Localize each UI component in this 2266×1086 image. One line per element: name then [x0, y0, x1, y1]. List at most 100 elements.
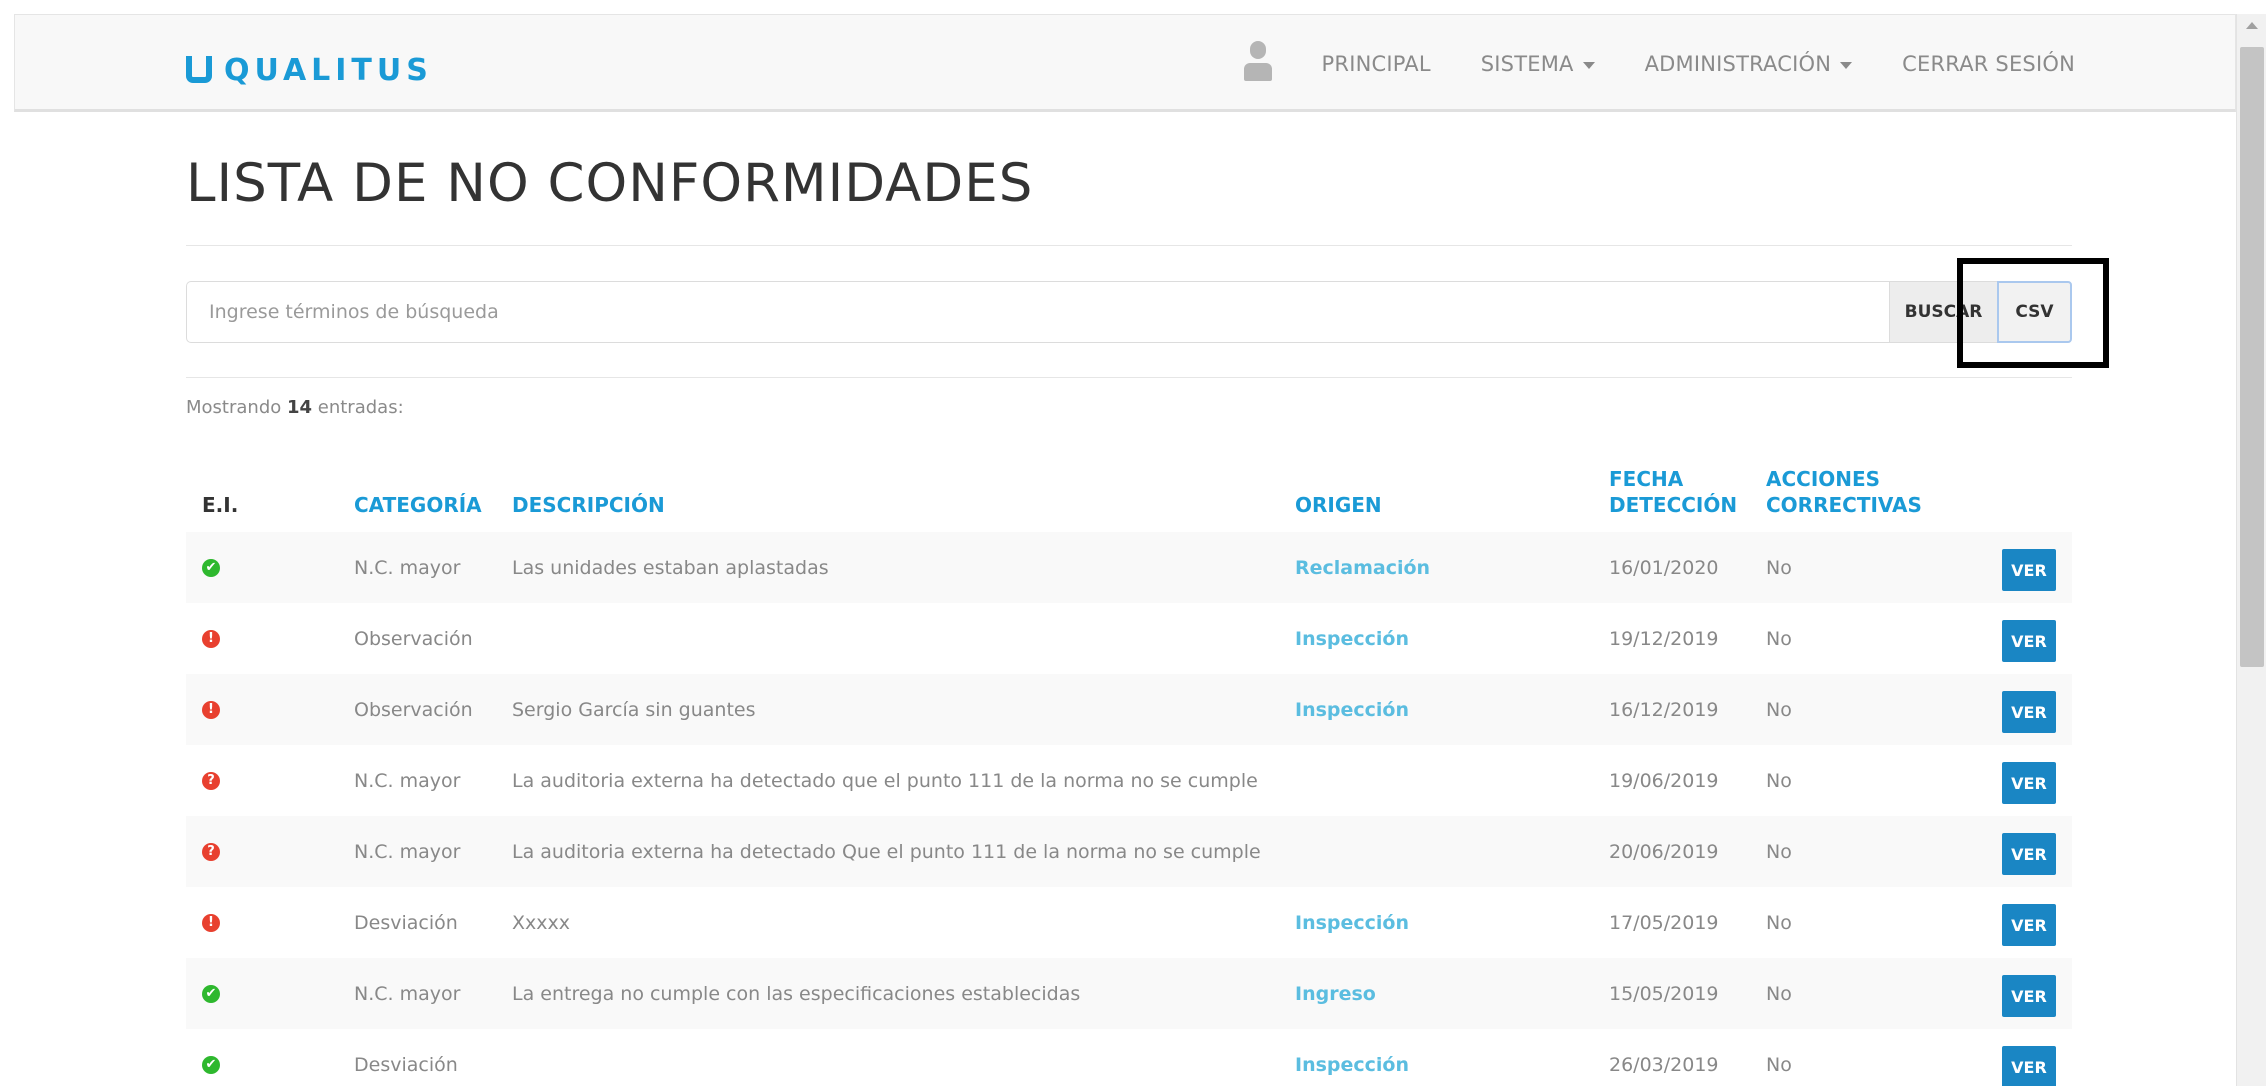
acciones-cell: No [1766, 911, 1792, 934]
ver-button[interactable]: VER [2002, 975, 2056, 1017]
descripcion-cell: La auditoria externa ha detectado que el… [512, 769, 1258, 792]
origen-link[interactable]: Inspección [1295, 603, 1409, 674]
origen-link[interactable]: Reclamación [1295, 532, 1430, 603]
fecha-cell: 16/12/2019 [1609, 698, 1719, 721]
brand-name: QUALITUS [224, 53, 433, 88]
top-navbar: QUALITUS PRINCIPAL SISTEMA ADMINISTRACIÓ… [14, 14, 2236, 112]
ver-button[interactable]: VER [2002, 904, 2056, 946]
table-row: ? N.C. mayor La auditoria externa ha detec… [186, 816, 2072, 887]
header-acciones-correctivas[interactable]: ACCIONES CORRECTIVAS [1766, 466, 1922, 518]
descripcion-cell: Sergio García sin guantes [512, 698, 756, 721]
entries-count-number: 14 [286, 397, 313, 418]
table-row: ✔ N.C. mayor Las unidades estaban aplastad… [186, 532, 2072, 603]
caret-down-icon [1840, 62, 1853, 69]
table-row: ✔ N.C. mayor La entrega no cumple con las … [186, 958, 2072, 1029]
acciones-cell: No [1766, 769, 1792, 792]
acciones-cell: No [1766, 840, 1792, 863]
nonconformities-table: E.I. CATEGORÍA DESCRIPCIÓN ORIGEN FECHA D… [186, 440, 2072, 1086]
origen-link[interactable]: Inspección [1295, 1029, 1409, 1086]
ver-button[interactable]: VER [2002, 620, 2056, 662]
header-fecha-deteccion[interactable]: FECHA DETECCIÓN [1609, 466, 1737, 518]
ei-status-cell: ? [202, 816, 220, 887]
descripcion-cell: La auditoria externa ha detectado Que el… [512, 840, 1261, 863]
table-row: ✔ Desviación Inspección 26/03/2019 No VER [186, 1029, 2072, 1086]
origen-link[interactable]: Inspección [1295, 887, 1409, 958]
ei-status-cell: ✔ [202, 1029, 220, 1086]
scroll-up-arrow-icon[interactable] [2246, 22, 2258, 29]
entries-count: Mostrando 14 entradas: [186, 397, 404, 418]
categoria-cell: Observación [354, 627, 473, 650]
search-bar: BUSCAR CSV [186, 281, 2072, 343]
ei-status-cell: ! [202, 603, 220, 674]
ver-button[interactable]: VER [2002, 1046, 2056, 1086]
caret-down-icon [1582, 62, 1595, 69]
origen-link[interactable]: Inspección [1295, 674, 1409, 745]
search-input[interactable] [186, 281, 1889, 343]
ver-button[interactable]: VER [2002, 691, 2056, 733]
question-circle-icon: ? [202, 842, 220, 861]
vertical-scrollbar[interactable] [2236, 14, 2266, 1086]
nav-menu: PRINCIPAL SISTEMA ADMINISTRACIÓN CERRAR … [1243, 15, 2075, 113]
ei-status-cell: ✔ [202, 958, 220, 1029]
acciones-cell: No [1766, 698, 1792, 721]
fecha-cell: 17/05/2019 [1609, 911, 1719, 934]
acciones-cell: No [1766, 627, 1792, 650]
header-ei[interactable]: E.I. [202, 492, 238, 518]
categoria-cell: Observación [354, 698, 473, 721]
divider [186, 377, 2072, 378]
user-icon[interactable] [1243, 41, 1272, 83]
acciones-cell: No [1766, 1053, 1792, 1076]
scroll-thumb[interactable] [2240, 47, 2264, 667]
ver-button[interactable]: VER [2002, 549, 2056, 591]
acciones-cell: No [1766, 556, 1792, 579]
categoria-cell: N.C. mayor [354, 556, 461, 579]
header-categoria[interactable]: CATEGORÍA [354, 492, 482, 518]
check-circle-icon: ✔ [202, 984, 220, 1003]
ei-status-cell: ? [202, 745, 220, 816]
categoria-cell: N.C. mayor [354, 840, 461, 863]
table-row: ! Observación Sergio García sin guantes Ins… [186, 674, 2072, 745]
ei-status-cell: ✔ [202, 532, 220, 603]
fecha-cell: 16/01/2020 [1609, 556, 1719, 579]
table-row: ? N.C. mayor La auditoria externa ha detec… [186, 745, 2072, 816]
ver-button[interactable]: VER [2002, 833, 2056, 875]
check-circle-icon: ✔ [202, 558, 220, 577]
origen-link[interactable]: Ingreso [1295, 958, 1376, 1029]
categoria-cell: Desviación [354, 1053, 458, 1076]
csv-highlight-box [1957, 258, 2109, 368]
ver-button[interactable]: VER [2002, 762, 2056, 804]
fecha-cell: 20/06/2019 [1609, 840, 1719, 863]
page-title: LISTA DE NO CONFORMIDADES [186, 153, 1034, 214]
nav-principal[interactable]: PRINCIPAL [1322, 52, 1431, 76]
categoria-cell: N.C. mayor [354, 982, 461, 1005]
fecha-cell: 19/06/2019 [1609, 769, 1719, 792]
brand-logo[interactable]: QUALITUS [186, 53, 433, 88]
acciones-cell: No [1766, 982, 1792, 1005]
ei-status-cell: ! [202, 674, 220, 745]
table-header: E.I. CATEGORÍA DESCRIPCIÓN ORIGEN FECHA D… [186, 440, 2072, 532]
fecha-cell: 26/03/2019 [1609, 1053, 1719, 1076]
ei-status-cell: ! [202, 887, 220, 958]
table-row: ! Observación Inspección 19/12/2019 No VER [186, 603, 2072, 674]
descripcion-cell: Xxxxx [512, 911, 570, 934]
qualitus-logo-icon [186, 56, 212, 83]
nav-sistema-dropdown[interactable]: SISTEMA [1481, 52, 1595, 76]
fecha-cell: 15/05/2019 [1609, 982, 1719, 1005]
nav-administracion-dropdown[interactable]: ADMINISTRACIÓN [1645, 52, 1853, 76]
check-circle-icon: ✔ [202, 1055, 220, 1074]
descripcion-cell: La entrega no cumple con las especificac… [512, 982, 1081, 1005]
table-row: ! Desviación Xxxxx Inspección 17/05/2019 No VE… [186, 887, 2072, 958]
fecha-cell: 19/12/2019 [1609, 627, 1719, 650]
table-body: ✔ N.C. mayor Las unidades estaban aplastad… [186, 532, 2072, 1086]
nav-cerrar-sesion[interactable]: CERRAR SESIÓN [1902, 52, 2075, 76]
categoria-cell: N.C. mayor [354, 769, 461, 792]
exclamation-circle-icon: ! [202, 913, 220, 932]
divider [186, 245, 2072, 246]
descripcion-cell: Las unidades estaban aplastadas [512, 556, 829, 579]
exclamation-circle-icon: ! [202, 629, 220, 648]
header-descripcion[interactable]: DESCRIPCIÓN [512, 492, 665, 518]
exclamation-circle-icon: ! [202, 700, 220, 719]
header-origen[interactable]: ORIGEN [1295, 492, 1382, 518]
question-circle-icon: ? [202, 771, 220, 790]
categoria-cell: Desviación [354, 911, 458, 934]
